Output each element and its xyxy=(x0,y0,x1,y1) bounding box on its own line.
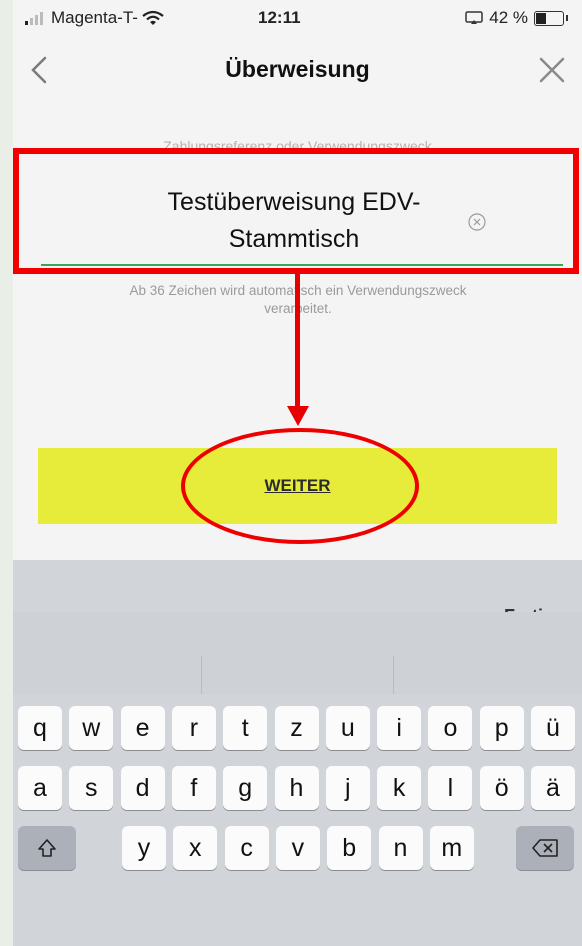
key-w[interactable]: w xyxy=(69,706,114,750)
screen-mirroring-icon xyxy=(465,11,483,24)
status-bar: Magenta-T- 12:11 42 % xyxy=(13,0,582,36)
status-right: 42 % xyxy=(465,8,568,28)
close-icon[interactable] xyxy=(532,50,572,90)
keyboard: qwertzuiopü asdfghjklöä yxcvbnm xyxy=(13,694,582,946)
key-k[interactable]: k xyxy=(377,766,422,810)
key-t[interactable]: t xyxy=(223,706,268,750)
clock: 12:11 xyxy=(258,8,301,27)
weiter-button-label: WEITER xyxy=(264,476,331,495)
key-z[interactable]: z xyxy=(274,706,319,750)
phone-screen: Magenta-T- 12:11 42 % Überweisung Zahlun… xyxy=(13,0,582,946)
battery-percent: 42 % xyxy=(489,8,528,27)
key-y[interactable]: y xyxy=(122,826,166,870)
key-r[interactable]: r xyxy=(171,706,216,750)
backspace-key[interactable] xyxy=(516,826,574,870)
predictive-divider xyxy=(201,656,202,696)
key-o[interactable]: o xyxy=(428,706,473,750)
shift-icon xyxy=(38,839,56,857)
carrier: Magenta-T- xyxy=(25,8,164,28)
backspace-icon xyxy=(532,839,558,857)
key-c[interactable]: c xyxy=(224,826,269,870)
key-ö[interactable]: ö xyxy=(479,766,524,810)
weiter-button[interactable]: WEITER xyxy=(38,448,557,524)
key-l[interactable]: l xyxy=(428,766,473,810)
input-underline xyxy=(41,264,563,266)
predictive-bar xyxy=(13,612,582,696)
key-h[interactable]: h xyxy=(274,766,319,810)
annotation-arrow xyxy=(287,270,309,426)
reference-input[interactable]: Testüberweisung EDV- Stammtisch xyxy=(114,184,474,258)
navigation-bar: Überweisung xyxy=(13,40,582,104)
key-x[interactable]: x xyxy=(173,826,218,870)
page-title: Überweisung xyxy=(225,56,370,82)
key-m[interactable]: m xyxy=(429,826,474,870)
key-p[interactable]: p xyxy=(479,706,524,750)
carrier-name: Magenta-T- xyxy=(51,8,138,27)
key-a[interactable]: a xyxy=(18,766,62,810)
key-i[interactable]: i xyxy=(377,706,422,750)
wifi-icon xyxy=(142,10,164,25)
key-ä[interactable]: ä xyxy=(531,766,575,810)
battery-icon xyxy=(534,10,568,26)
clear-input-icon[interactable] xyxy=(467,212,487,232)
input-value-line2: Stammtisch xyxy=(228,225,360,253)
key-n[interactable]: n xyxy=(378,826,423,870)
annotation-highlight-box: Testüberweisung EDV- Stammtisch xyxy=(13,148,579,274)
key-d[interactable]: d xyxy=(120,766,165,810)
input-value-line1: Testüberweisung EDV- xyxy=(167,188,421,216)
key-u[interactable]: u xyxy=(325,706,370,750)
key-s[interactable]: s xyxy=(69,766,114,810)
key-q[interactable]: q xyxy=(18,706,62,750)
predictive-divider xyxy=(393,656,394,696)
key-b[interactable]: b xyxy=(327,826,372,870)
key-e[interactable]: e xyxy=(120,706,165,750)
key-g[interactable]: g xyxy=(223,766,268,810)
shift-key[interactable] xyxy=(18,826,76,870)
key-j[interactable]: j xyxy=(325,766,370,810)
key-ü[interactable]: ü xyxy=(531,706,575,750)
key-v[interactable]: v xyxy=(275,826,320,870)
signal-icon xyxy=(25,12,43,25)
key-f[interactable]: f xyxy=(171,766,216,810)
